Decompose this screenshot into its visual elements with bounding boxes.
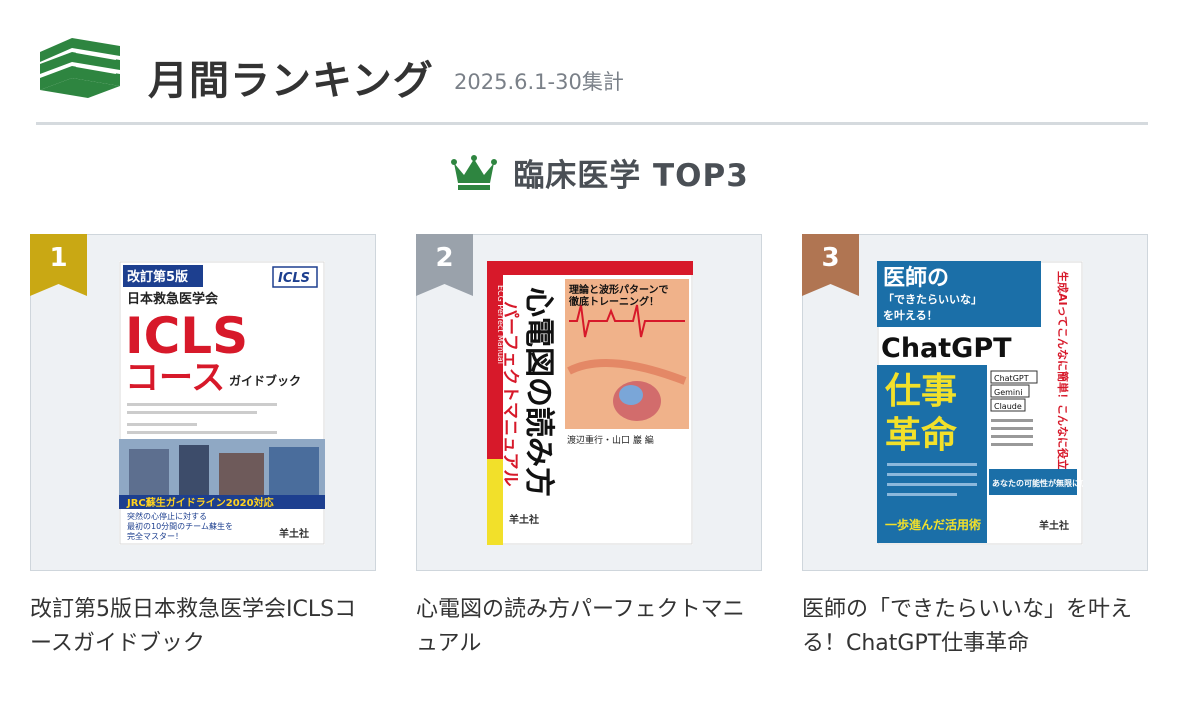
- book-cover-image[interactable]: 医師の 「できたらいいな」 を叶える！ ChatGPT 仕事 革命 ChatGP…: [877, 261, 1083, 545]
- rank-number: 1: [49, 243, 68, 273]
- svg-text:理論と波形パターンで: 理論と波形パターンで: [569, 283, 669, 296]
- svg-text:一歩進んだ活用術: 一歩進んだ活用術: [885, 517, 981, 532]
- svg-text:渡辺重行・山口 巖 編: 渡辺重行・山口 巖 編: [567, 434, 654, 446]
- monthly-ranking-widget: 月間ランキング 2025.6.1-30集計 臨床医学 TOP3 1 改訂第5版 …: [0, 0, 1200, 705]
- svg-text:Claude: Claude: [994, 402, 1022, 411]
- svg-text:羊土社: 羊土社: [509, 513, 539, 526]
- svg-text:日本救急医学会: 日本救急医学会: [127, 291, 219, 307]
- ranking-card-2[interactable]: 2 ECG Perfect Manual パーフェクトマニュアル 心電図の読み方…: [416, 234, 762, 661]
- svg-text:コース: コース: [125, 358, 225, 398]
- crown-icon: [451, 154, 498, 190]
- book-cover-frame[interactable]: 2 ECG Perfect Manual パーフェクトマニュアル 心電図の読み方…: [416, 234, 762, 571]
- rank-number: 2: [435, 243, 454, 273]
- book-title-link[interactable]: 心電図の読み方パーフェクトマニュアル: [416, 593, 756, 661]
- category-heading: 臨床医学 TOP3: [0, 150, 1200, 200]
- svg-text:心電図の読み方: 心電図の読み方: [521, 287, 556, 497]
- svg-text:ChatGPT: ChatGPT: [994, 374, 1029, 383]
- svg-text:改訂第5版: 改訂第5版: [127, 269, 188, 285]
- svg-text:医師の: 医師の: [883, 265, 949, 291]
- book-title-link[interactable]: 医師の「できたらいいな」を叶える！ChatGPT仕事革命: [802, 593, 1142, 661]
- ranking-period: 2025.6.1-30集計: [454, 70, 624, 94]
- svg-text:徹底トレーニング！: 徹底トレーニング！: [568, 295, 659, 308]
- header-divider: [36, 122, 1148, 125]
- svg-text:を叶える！: を叶える！: [883, 308, 938, 322]
- rank-number: 3: [821, 243, 840, 273]
- svg-text:ICLS: ICLS: [125, 307, 248, 365]
- svg-text:あなたの可能性が無限に広がる!!: あなたの可能性が無限に広がる!!: [992, 478, 1083, 488]
- ranking-card-1[interactable]: 1 改訂第5版 ICLS 日本救急医学会 ICLS コース ガイドブック JRC…: [30, 234, 376, 661]
- svg-text:仕事: 仕事: [885, 371, 957, 412]
- svg-text:ChatGPT: ChatGPT: [881, 333, 1012, 364]
- book-cover-image[interactable]: ECG Perfect Manual パーフェクトマニュアル 心電図の読み方 理…: [487, 261, 693, 545]
- svg-text:羊土社: 羊土社: [279, 527, 309, 540]
- svg-text:生成AIってこんなに簡単！こんなに役立つ！: 生成AIってこんなに簡単！こんなに役立つ！: [1056, 271, 1070, 492]
- category-label: 臨床医学 TOP3: [513, 158, 749, 194]
- svg-text:「できたらいいな」: 「できたらいいな」: [883, 292, 982, 306]
- svg-text:最初の10分間のチーム蘇生を: 最初の10分間のチーム蘇生を: [127, 521, 233, 531]
- svg-text:パーフェクトマニュアル: パーフェクトマニュアル: [500, 301, 520, 486]
- books-icon: [40, 38, 120, 98]
- book-cover-image[interactable]: 改訂第5版 ICLS 日本救急医学会 ICLS コース ガイドブック JRC蘇生…: [119, 261, 325, 545]
- svg-text:Gemini: Gemini: [994, 388, 1022, 397]
- ranking-card-3[interactable]: 3 医師の 「できたらいいな」 を叶える！ ChatGPT 仕事 革命 Chat…: [802, 234, 1148, 661]
- book-cover-frame[interactable]: 3 医師の 「できたらいいな」 を叶える！ ChatGPT 仕事 革命 Chat…: [802, 234, 1148, 571]
- book-title-link[interactable]: 改訂第5版日本救急医学会ICLSコースガイドブック: [30, 593, 370, 661]
- page-title: 月間ランキング: [148, 58, 434, 104]
- svg-text:ガイドブック: ガイドブック: [229, 373, 301, 388]
- svg-text:羊土社: 羊土社: [1039, 519, 1069, 532]
- ranking-header: 月間ランキング 2025.6.1-30集計: [36, 34, 1148, 114]
- svg-text:JRC蘇生ガイドライン2020対応: JRC蘇生ガイドライン2020対応: [126, 496, 274, 509]
- svg-text:突然の心停止に対する: 突然の心停止に対する: [127, 511, 207, 521]
- svg-text:完全マスター！: 完全マスター！: [127, 531, 183, 541]
- book-cover-frame[interactable]: 1 改訂第5版 ICLS 日本救急医学会 ICLS コース ガイドブック JRC…: [30, 234, 376, 571]
- svg-text:革命: 革命: [885, 414, 957, 456]
- svg-text:ICLS: ICLS: [278, 271, 310, 286]
